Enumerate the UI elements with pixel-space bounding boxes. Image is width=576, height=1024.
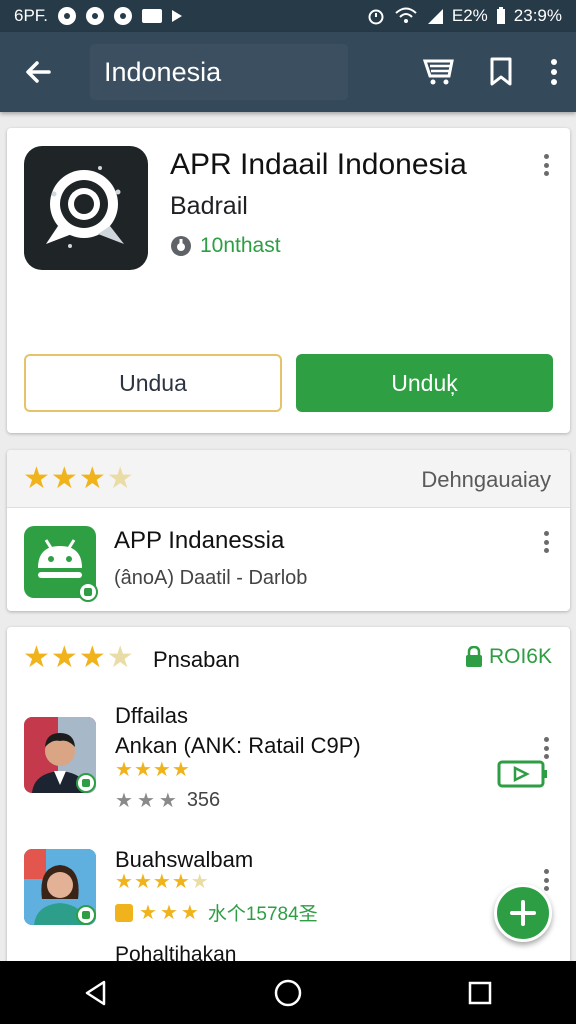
status-left-text: 6PF. — [14, 6, 49, 25]
star-icon: ★ — [133, 759, 152, 781]
star-icon: ★ — [190, 871, 209, 893]
status-bar: 6PF. E2% 23:9% — [0, 0, 576, 32]
developer-name[interactable]: Badrail — [170, 192, 248, 221]
nav-recents-button[interactable] — [440, 961, 520, 1024]
bookmark-button[interactable] — [470, 32, 532, 112]
floating-action-button[interactable] — [494, 884, 552, 942]
reviews-label: Pnsaban — [153, 647, 240, 672]
more-button[interactable] — [532, 32, 576, 112]
reviews-card: ★ ★ ★ ★ Pnsaban ROI6K Dffailas Ankan (AN… — [7, 627, 570, 967]
back-arrow-icon — [26, 61, 51, 83]
rating-stars: ★ ★ ★ ★ — [23, 464, 134, 494]
more-options-button[interactable] — [534, 527, 558, 557]
page-title: Indonesia — [104, 56, 222, 87]
star-icon: ★ — [152, 759, 171, 781]
cart-button[interactable] — [408, 32, 470, 112]
plus-icon — [510, 900, 536, 926]
star-icon: ★ — [115, 759, 133, 781]
clock: 23:9% — [513, 6, 562, 25]
app-icon — [24, 146, 148, 270]
star-icon: ★ — [23, 641, 50, 674]
review-author: Buahswalbam — [115, 847, 254, 872]
review-line: Ankan (ANK: Ratail C9P) — [115, 733, 361, 758]
app-meta: 10nthast — [200, 234, 281, 257]
back-button[interactable] — [0, 32, 76, 112]
chat-bubble-icon — [46, 166, 124, 248]
review-stars: ★ ★ ★ ★ ★ — [115, 872, 209, 892]
play-icon — [172, 10, 183, 22]
star-icon: ★ — [78, 462, 106, 495]
star-icon: ★ — [106, 641, 134, 674]
cart-icon — [423, 59, 454, 85]
video-preview-icon[interactable] — [497, 759, 549, 789]
rating-card: ★ ★ ★ ★ Dehngauaiay APP Indanessia (ânoA… — [7, 450, 570, 611]
app-bar: Indonesia — [0, 32, 576, 112]
star-icon: ★ — [139, 901, 157, 924]
verified-badge-icon — [76, 905, 96, 925]
star-icon: ★ — [180, 901, 199, 924]
review-extra-row: ★ ★ ★ 水个15784圣 — [115, 899, 318, 926]
security-badge: ROI6K — [465, 645, 552, 669]
nav-back-button[interactable] — [56, 961, 136, 1024]
verified-badge-icon — [78, 582, 98, 602]
reviews-section-title: Dffailas — [115, 703, 188, 728]
signal-icon — [427, 9, 443, 24]
nav-recents-icon — [468, 981, 492, 1004]
install-button[interactable]: Unduķ — [296, 354, 553, 412]
star-icon: ★ — [78, 641, 106, 674]
notification-icon — [114, 7, 133, 25]
rating-header: ★ ★ ★ ★ Dehngauaiay — [7, 450, 570, 508]
more-options-button[interactable] — [534, 150, 558, 180]
listed-app-subtitle: (ânoA) Daatil - Darlob — [114, 567, 308, 589]
rating-right-text[interactable]: Dehngauaiay — [421, 467, 551, 493]
nav-back-icon — [85, 980, 106, 1005]
review-rating-count: ★ ★ ★ 356 — [115, 789, 220, 812]
reviews-stars: ★ ★ ★ ★ — [23, 643, 134, 673]
notification-icon — [58, 7, 77, 25]
rating-count: 356 — [186, 789, 221, 811]
review-extra-text: 水个15784圣 — [207, 904, 318, 925]
star-icon: ★ — [50, 462, 78, 495]
nav-home-icon — [274, 979, 302, 1006]
app-name: APR Indaail Indonesia — [170, 148, 467, 181]
wifi-icon — [395, 7, 417, 23]
security-badge-text: ROI6K — [488, 645, 552, 668]
star-icon: ★ — [171, 759, 190, 781]
star-icon: ★ — [133, 871, 152, 893]
star-icon: ★ — [136, 789, 155, 812]
avatar[interactable] — [24, 849, 96, 925]
tag-icon — [115, 903, 133, 922]
bookmark-icon — [490, 57, 512, 86]
notification-icon — [142, 9, 163, 23]
secondary-install-button[interactable]: Undua — [24, 354, 282, 412]
star-icon: ★ — [171, 871, 190, 893]
info-icon — [171, 236, 191, 256]
more-vert-icon — [551, 59, 557, 85]
star-icon: ★ — [115, 871, 133, 893]
star-icon: ★ — [23, 462, 50, 495]
app-header-card: APR Indaail Indonesia Badrail 10nthast U… — [7, 128, 570, 433]
avatar[interactable] — [24, 717, 96, 793]
battery-percent: E2% — [451, 6, 488, 25]
listed-app-name[interactable]: APP Indanessia — [114, 527, 284, 555]
star-icon: ★ — [158, 789, 177, 812]
android-app-icon — [24, 526, 98, 602]
star-icon: ★ — [115, 789, 133, 812]
nav-home-button[interactable] — [248, 961, 328, 1024]
verified-badge-icon — [76, 773, 96, 793]
search-title[interactable]: Indonesia — [90, 44, 348, 100]
star-icon: ★ — [50, 641, 78, 674]
star-icon: ★ — [152, 871, 171, 893]
star-icon: ★ — [106, 462, 134, 495]
review-stars: ★ ★ ★ ★ — [115, 760, 190, 780]
notification-icon — [86, 7, 105, 25]
battery-icon — [496, 7, 505, 24]
alarm-icon — [368, 9, 384, 25]
star-icon: ★ — [159, 901, 178, 924]
system-navigation-bar — [0, 961, 576, 1024]
lock-icon — [465, 646, 482, 667]
